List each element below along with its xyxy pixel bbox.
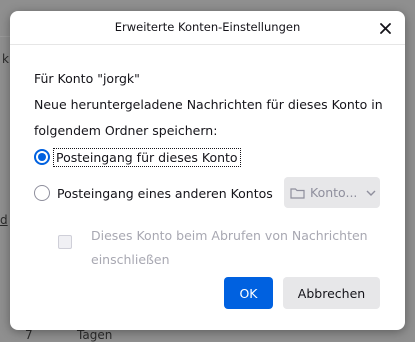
cancel-button[interactable]: Abbrechen: [283, 277, 380, 309]
include-account-label-line-1: Dieses Konto beim Abrufen von Nachrichte…: [91, 228, 368, 243]
background-fragment-7: 7: [25, 328, 33, 342]
description-line-2: folgendem Ordner speichern:: [34, 123, 218, 138]
background-fragment-tagen: Tagen: [77, 328, 113, 342]
dialog-title: Erweiterte Konten-Einstellungen: [114, 20, 301, 34]
description-line-1: Neue heruntergeladene Nachrichten für di…: [34, 97, 383, 112]
radio-other-account-label: Posteingang eines anderen Kontos: [57, 185, 273, 201]
include-account-checkbox-label: Dieses Konto beim Abrufen von Nachrichte…: [91, 224, 368, 272]
advanced-account-settings-dialog: Erweiterte Konten-Einstellungen Für Kont…: [10, 11, 405, 330]
chevron-down-icon: [366, 190, 376, 196]
close-icon: [379, 22, 391, 34]
account-label: Für Konto "jorgk": [34, 71, 140, 86]
include-account-label-line-2: einschließen: [91, 252, 170, 267]
background-window-strip: [0, 36, 10, 37]
account-folder-select-value: Konto...: [310, 185, 358, 200]
radio-other-account[interactable]: Posteingang eines anderen Kontos: [34, 185, 273, 201]
folder-icon: [290, 187, 305, 199]
background-fragment-d: d: [0, 213, 8, 227]
include-account-checkbox[interactable]: [58, 235, 72, 249]
close-button[interactable]: [375, 18, 395, 38]
ok-button[interactable]: OK: [224, 277, 273, 309]
radio-button-selected[interactable]: [34, 149, 50, 165]
radio-button-unselected[interactable]: [34, 185, 50, 201]
radio-this-account-label: Posteingang für dieses Konto: [53, 147, 241, 167]
radio-this-account[interactable]: Posteingang für dieses Konto: [34, 147, 241, 167]
background-fragment-k: k: [2, 52, 9, 66]
dialog-titlebar: Erweiterte Konten-Einstellungen: [10, 11, 405, 45]
account-folder-select[interactable]: Konto...: [284, 177, 380, 208]
